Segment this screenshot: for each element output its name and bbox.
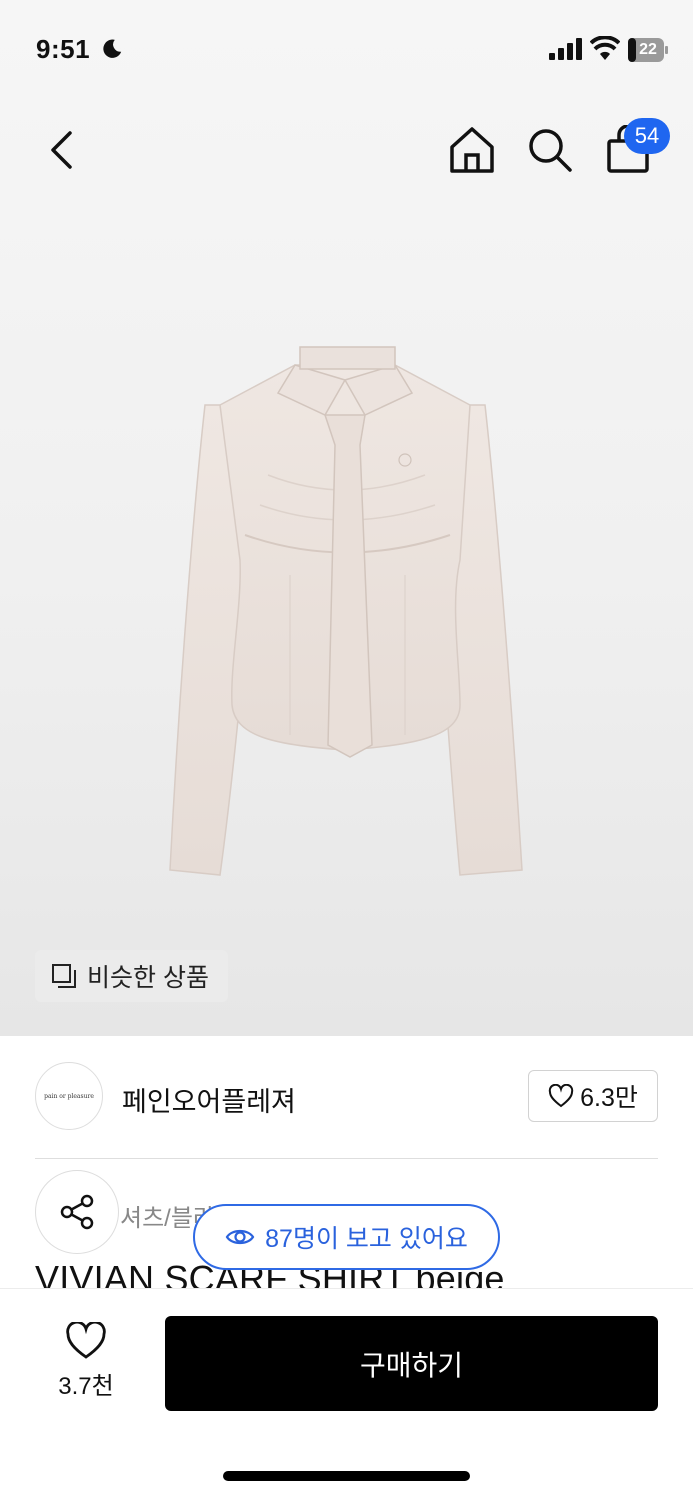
heart-outline-icon (66, 1322, 106, 1359)
home-icon (450, 127, 494, 173)
brand-logo[interactable]: pain or pleasure (35, 1062, 103, 1130)
brand-row: pain or pleasure 페인오어플레져 6.3만 (0, 1062, 693, 1132)
home-indicator[interactable] (223, 1471, 470, 1481)
product-image[interactable] (160, 345, 530, 885)
brand-like-button[interactable]: 6.3만 (528, 1070, 658, 1122)
moon-icon (103, 39, 122, 58)
battery-level: 22 (639, 41, 657, 58)
status-bar: 9:51 22 (0, 0, 693, 100)
heart-outline-icon (548, 1084, 574, 1108)
cart-count-badge: 54 (624, 118, 670, 154)
back-button[interactable] (40, 125, 90, 175)
similar-products-button[interactable]: 비슷한 상품 (35, 950, 228, 1002)
brand-name[interactable]: 페인오어플레져 (122, 1080, 296, 1119)
share-button[interactable] (35, 1170, 119, 1254)
brand-logo-text: pain or pleasure (44, 1092, 94, 1100)
home-button[interactable] (447, 125, 497, 175)
live-viewers-pill: 87명이 보고 있어요 (193, 1204, 500, 1270)
share-icon (60, 1194, 94, 1230)
live-viewers-text: 87명이 보고 있어요 (265, 1225, 468, 1253)
similar-products-label: 비슷한 상품 (87, 964, 209, 992)
search-button[interactable] (525, 125, 575, 175)
back-arrow-icon (51, 131, 72, 169)
wishlist-button[interactable]: 3.7천 (50, 1322, 122, 1402)
brand-like-count: 6.3만 (580, 1084, 638, 1112)
wifi-icon (590, 36, 620, 60)
divider (35, 1158, 658, 1159)
cellular-signal-icon (549, 38, 582, 60)
similar-items-icon (52, 964, 76, 988)
search-icon (529, 129, 572, 172)
status-time: 9:51 (36, 34, 91, 64)
buy-button[interactable]: 구매하기 (165, 1316, 658, 1411)
wishlist-count: 3.7천 (58, 1373, 114, 1400)
eye-icon (225, 1229, 255, 1245)
